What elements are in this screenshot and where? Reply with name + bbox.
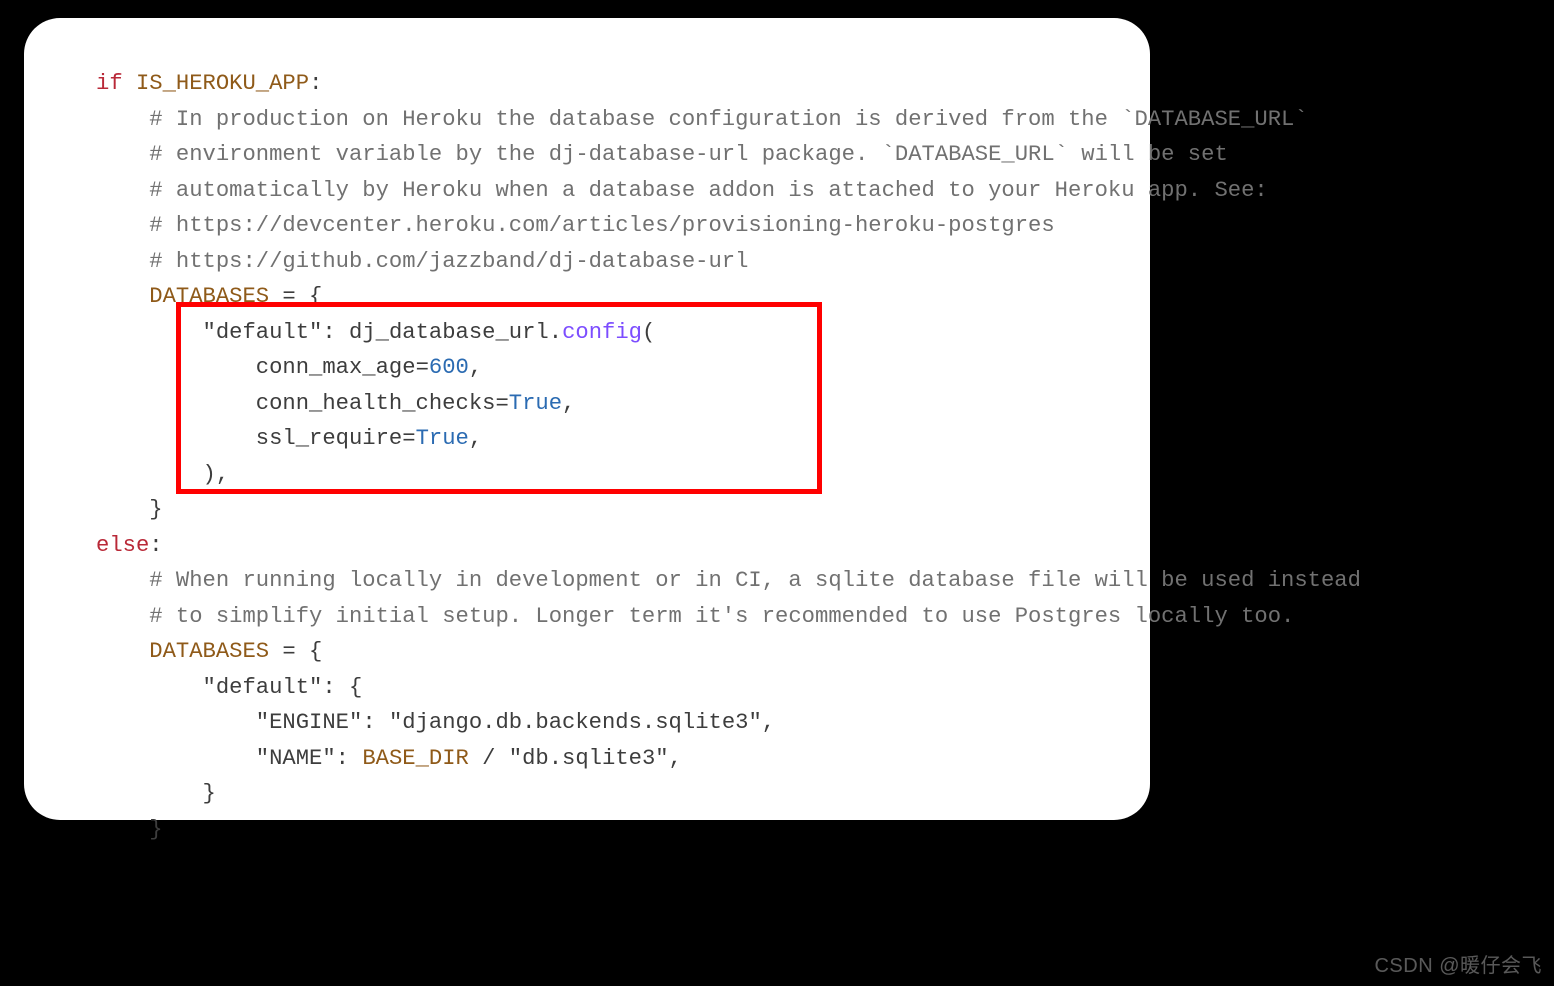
num-600: 600 xyxy=(429,355,469,380)
keyword-else: else xyxy=(96,533,149,558)
code-card: if IS_HEROKU_APP: # In production on Her… xyxy=(24,18,1150,820)
slash-op: / xyxy=(469,746,509,771)
comma: , xyxy=(469,426,482,451)
comma: , xyxy=(669,746,682,771)
var-databases: DATABASES xyxy=(149,639,269,664)
key-default: "default" xyxy=(203,320,323,345)
comma: , xyxy=(762,710,775,735)
comma: , xyxy=(562,391,575,416)
colon-open: : { xyxy=(322,675,362,700)
comment-line: # When running locally in development or… xyxy=(149,568,1361,593)
equals: = xyxy=(402,426,415,451)
dj-object: dj_database_url. xyxy=(349,320,562,345)
open-paren: ( xyxy=(642,320,655,345)
colon: : xyxy=(309,71,322,96)
equals: = xyxy=(495,391,508,416)
close-brace: } xyxy=(203,781,216,806)
colon: : xyxy=(149,533,162,558)
true-literal: True xyxy=(509,391,562,416)
colon-space: : xyxy=(336,746,363,771)
watermark-text: CSDN @暖仔会飞 xyxy=(1374,949,1542,978)
arg-ssl-require: ssl_require xyxy=(256,426,402,451)
assign-open: = { xyxy=(269,284,322,309)
comment-line: # environment variable by the dj-databas… xyxy=(149,142,1228,167)
val-engine: "django.db.backends.sqlite3" xyxy=(389,710,762,735)
close-brace: } xyxy=(149,817,162,842)
code-block: if IS_HEROKU_APP: # In production on Her… xyxy=(96,66,1150,847)
var-is-heroku: IS_HEROKU_APP xyxy=(136,71,309,96)
close-paren-comma: ), xyxy=(203,462,230,487)
true-literal: True xyxy=(416,426,469,451)
fn-config: config xyxy=(562,320,642,345)
equals: = xyxy=(416,355,429,380)
key-default: "default" xyxy=(203,675,323,700)
arg-conn-health: conn_health_checks xyxy=(256,391,496,416)
comment-line: # automatically by Heroku when a databas… xyxy=(149,178,1267,203)
comment-line: # In production on Heroku the database c… xyxy=(149,107,1307,132)
comment-line: # https://devcenter.heroku.com/articles/… xyxy=(149,213,1054,238)
var-base-dir: BASE_DIR xyxy=(362,746,469,771)
comment-line: # https://github.com/jazzband/dj-databas… xyxy=(149,249,748,274)
comment-line: # to simplify initial setup. Longer term… xyxy=(149,604,1294,629)
colon-space: : xyxy=(362,710,389,735)
val-dbfile: "db.sqlite3" xyxy=(509,746,669,771)
comma: , xyxy=(469,355,482,380)
colon-space: : xyxy=(322,320,349,345)
key-name: "NAME" xyxy=(256,746,336,771)
keyword-if: if xyxy=(96,71,123,96)
close-brace: } xyxy=(149,497,162,522)
assign-open: = { xyxy=(269,639,322,664)
var-databases: DATABASES xyxy=(149,284,269,309)
key-engine: "ENGINE" xyxy=(256,710,363,735)
arg-conn-max-age: conn_max_age xyxy=(256,355,416,380)
